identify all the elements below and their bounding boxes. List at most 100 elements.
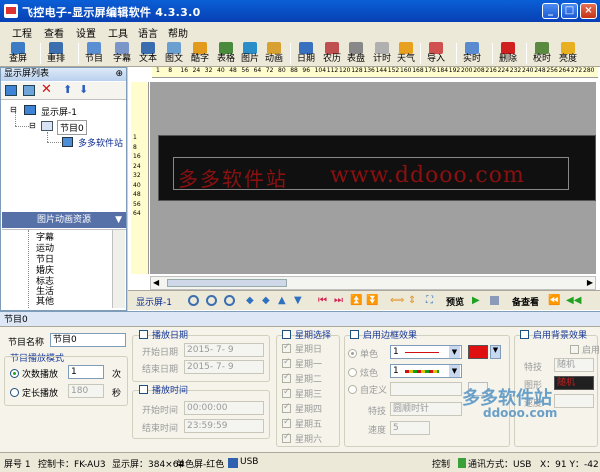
stretch-height-icon[interactable]: ⇕ (408, 295, 419, 306)
toolbar-button-15[interactable]: 导入 (424, 41, 448, 66)
color-dropdown-icon[interactable]: ▼ (490, 345, 501, 359)
end-time-field[interactable]: 23:59:59 (184, 419, 264, 433)
toolbar-button-12[interactable]: 表盘 (344, 41, 368, 66)
border-color-radio[interactable] (348, 368, 357, 377)
fixed-play-radio[interactable] (10, 388, 19, 397)
play-date-checkbox[interactable] (139, 330, 148, 339)
toolbar-button-6[interactable]: 酷字 (188, 41, 212, 66)
view-button[interactable]: 备查看 (512, 295, 539, 308)
fixed-value-field[interactable]: 180 (68, 384, 104, 398)
background-pattern-select[interactable]: 随机 (554, 376, 594, 390)
resource-item[interactable]: 生活 (36, 287, 54, 297)
zoom-in-icon[interactable] (206, 295, 217, 306)
border-checkbox[interactable] (350, 330, 359, 339)
add-screen-icon[interactable] (5, 85, 17, 96)
preview-button[interactable]: 预览 (446, 295, 464, 308)
toolbar-button-1[interactable]: 重排 (44, 41, 68, 66)
border-effect-select[interactable]: 圆顺时针 (390, 402, 462, 416)
tree-program[interactable]: 节目0 (57, 120, 87, 135)
align-right-icon[interactable]: ⏭ (334, 295, 345, 306)
delete-screen-icon[interactable]: ✕ (41, 82, 52, 97)
count-play-radio[interactable] (10, 369, 19, 378)
tree-item[interactable]: 多多软件站 (78, 136, 123, 149)
move-up-icon[interactable]: ⬆ (63, 83, 72, 96)
tree-screen[interactable]: 显示屏-1 (41, 105, 77, 118)
weekday-checkbox-1[interactable] (282, 357, 291, 368)
background-speed-field[interactable] (554, 394, 594, 408)
fullscreen-icon[interactable]: ⛶ (426, 295, 437, 306)
menu-project[interactable]: 工程 (12, 25, 32, 40)
weekday-checkbox-2[interactable] (282, 372, 291, 383)
scroll-left-icon[interactable]: ◀ (153, 278, 159, 287)
weekday-checkbox[interactable] (282, 330, 291, 339)
collapse-screen-icon[interactable]: ⊟ (10, 105, 17, 114)
border-width-select-2[interactable]: 1 ▼ (390, 364, 462, 378)
prev-page-icon[interactable]: ◀◀ (566, 295, 581, 306)
toolbar-button-17[interactable]: 删除 (496, 41, 520, 66)
start-date-field[interactable]: 2015- 7- 9 (184, 343, 264, 357)
background-checkbox[interactable] (520, 330, 529, 339)
align-top-icon[interactable]: ⏫ (350, 295, 362, 306)
stop-icon[interactable] (490, 296, 499, 305)
close-button[interactable]: × (580, 3, 597, 19)
menu-view[interactable]: 查看 (44, 25, 64, 40)
menu-language[interactable]: 语言 (138, 25, 158, 40)
arrow-up-icon[interactable]: ▲ (278, 295, 289, 306)
resource-item[interactable]: 字幕 (36, 233, 54, 243)
resource-header[interactable]: 图片动画资源 ▼ (2, 212, 126, 228)
menu-settings[interactable]: 设置 (76, 25, 96, 40)
horizontal-scrollbar[interactable]: ◀ ▶ (150, 276, 596, 290)
resource-item[interactable]: 运动 (36, 244, 54, 254)
scroll-thumb[interactable] (167, 279, 287, 287)
collapse-program-icon[interactable]: ⊟ (29, 121, 36, 130)
border-width-select-1[interactable]: 1 ▼ (390, 345, 462, 359)
resource-scrollbar[interactable] (112, 230, 125, 308)
minimize-button[interactable]: _ (542, 3, 559, 19)
toolbar-button-2[interactable]: 节目 (82, 41, 106, 66)
toolbar-button-19[interactable]: 亮度 (556, 41, 580, 66)
align-bottom-icon[interactable]: ⏬ (366, 295, 378, 306)
play-time-checkbox[interactable] (139, 385, 148, 394)
toolbar-button-14[interactable]: 天气 (394, 41, 418, 66)
screen-selector[interactable]: 显示屏-1 (136, 295, 172, 308)
background-enable-checkbox[interactable] (570, 345, 579, 354)
scroll-right-icon[interactable]: ▶ (587, 278, 593, 287)
resource-item[interactable]: 标志 (36, 277, 54, 287)
toolbar-button-16[interactable]: 实时 (460, 41, 484, 66)
dropdown-arrow-icon[interactable]: ▼ (449, 365, 460, 377)
weekday-checkbox-3[interactable] (282, 387, 291, 398)
zoom-fit-icon[interactable] (188, 295, 199, 306)
resource-item[interactable]: 婚庆 (36, 266, 54, 276)
stretch-width-icon[interactable]: ⟺ (390, 295, 404, 306)
arrow-down-icon[interactable]: ▼ (294, 295, 305, 306)
toolbar-button-0[interactable]: 查屏 (6, 41, 30, 66)
resource-item[interactable]: 其他 (36, 297, 54, 307)
end-date-field[interactable]: 2015- 7- 9 (184, 360, 264, 374)
border-custom-field[interactable] (390, 382, 462, 396)
play-icon[interactable]: ▶ (472, 295, 483, 306)
weekday-checkbox-5[interactable] (282, 417, 291, 428)
border-color-swatch[interactable] (468, 345, 488, 359)
toolbar-button-4[interactable]: 文本 (136, 41, 160, 66)
count-value-field[interactable]: 1 (68, 365, 104, 379)
program-name-field[interactable]: 节目0 (50, 333, 126, 347)
dropdown-arrow-icon[interactable]: ▼ (449, 346, 460, 358)
border-speed-field[interactable]: 5 (390, 421, 430, 435)
background-effect-select[interactable]: 随机 (554, 358, 594, 372)
toolbar-button-5[interactable]: 图文 (162, 41, 186, 66)
toolbar-button-8[interactable]: 图片 (238, 41, 262, 66)
border-custom-radio[interactable] (348, 385, 357, 394)
weekday-checkbox-4[interactable] (282, 402, 291, 413)
resource-item[interactable]: 节日 (36, 255, 54, 265)
maximize-button[interactable]: □ (561, 3, 578, 19)
toolbar-button-11[interactable]: 农历 (320, 41, 344, 66)
weekday-checkbox-6[interactable] (282, 432, 291, 443)
weekday-checkbox-0[interactable] (282, 342, 291, 353)
arrow-left-icon[interactable]: ◆ (246, 295, 257, 306)
start-time-field[interactable]: 00:00:00 (184, 401, 264, 415)
move-down-icon[interactable]: ⬇ (79, 83, 88, 96)
first-page-icon[interactable]: ⏪ (548, 295, 560, 306)
toolbar-button-9[interactable]: 动画 (262, 41, 286, 66)
toolbar-button-18[interactable]: 校时 (530, 41, 554, 66)
screen-settings-icon[interactable] (23, 85, 35, 96)
